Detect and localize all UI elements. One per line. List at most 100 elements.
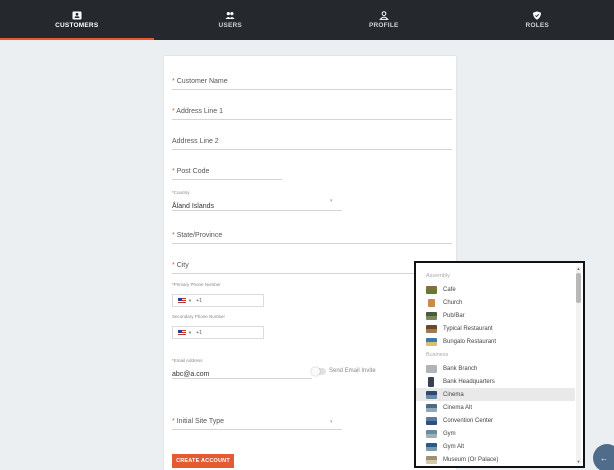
option-pub-bar[interactable]: Pub/Bar [426, 310, 465, 322]
bungalo-icon [426, 338, 437, 346]
users-icon [225, 12, 235, 19]
option-church[interactable]: Church [426, 297, 462, 309]
option-bank-headquarters[interactable]: Bank Headquarters [426, 376, 495, 388]
create-account-button[interactable]: CREATE ACCOUNT [172, 454, 234, 468]
secondary-phone-code: +1 [195, 329, 203, 336]
required-marker: * [172, 78, 175, 85]
customer-form-card: * Customer Name * Address Line 1 Address… [164, 56, 456, 470]
state-label: * State/Province [172, 232, 452, 239]
option-gym[interactable]: Gym [426, 428, 456, 440]
state-underline [172, 243, 452, 244]
shield-icon [533, 11, 542, 20]
city-text: City [176, 262, 189, 269]
customer-name-label: * Customer Name [172, 78, 452, 85]
cinema-icon [426, 391, 437, 399]
address1-text: Address Line 1 [176, 108, 223, 115]
post-code-text: Post Code [176, 168, 210, 175]
back-fab-button[interactable]: ← [593, 444, 614, 470]
scroll-up-arrow-icon[interactable]: ▲ [576, 266, 581, 271]
city-field[interactable]: * City [172, 262, 452, 274]
tab-users[interactable]: USERS [154, 0, 308, 40]
option-museum[interactable]: Museum (Or Palace) [426, 454, 498, 466]
email-field[interactable]: *Email Address abc@a.com [172, 358, 312, 380]
tab-profile[interactable]: PROFILE [307, 0, 461, 40]
country-label-text: Country [173, 190, 190, 195]
tab-customers[interactable]: CUSTOMERS [0, 0, 154, 40]
secondary-phone-input[interactable]: ▼ +1 [172, 326, 264, 339]
cinema-alt-icon [426, 404, 437, 412]
email-label: *Email Address [172, 358, 312, 363]
primary-phone-field[interactable]: *Primary Phone Number ▼ +1 [172, 282, 272, 312]
option-label: Bank Branch [443, 366, 478, 372]
restaurant-icon [426, 325, 437, 333]
required-marker: * [172, 262, 175, 269]
tab-users-label: USERS [218, 22, 242, 29]
bank-hq-icon [428, 377, 434, 387]
email-value: abc@a.com [172, 371, 210, 378]
cafe-icon [426, 286, 437, 294]
bank-icon [426, 365, 437, 373]
city-underline [172, 273, 452, 274]
address2-label: Address Line 2 [172, 138, 219, 145]
send-invite-toggle[interactable] [311, 367, 326, 376]
primary-phone-label-text: Primary Phone Number [173, 282, 221, 287]
dropdown-scrollbar[interactable]: ▲ ▼ [576, 266, 581, 464]
option-label: Pub/Bar [443, 313, 465, 319]
option-bungalo-restaurant[interactable]: Bungalo Restaurant [426, 336, 496, 348]
option-convention-center[interactable]: Convention Center [426, 415, 493, 427]
address1-label: * Address Line 1 [172, 108, 452, 115]
site-type-text: Initial Site Type [176, 418, 225, 425]
convention-icon [426, 417, 437, 425]
option-label: Typical Restaurant [443, 326, 493, 332]
secondary-phone-field[interactable]: Secondary Phone Number ▼ +1 [172, 314, 272, 344]
pub-icon [426, 312, 437, 320]
user-icon [378, 11, 389, 20]
country-underline [172, 210, 342, 211]
scrollbar-thumb[interactable] [576, 273, 581, 303]
id-card-icon [72, 11, 82, 20]
country-value: Åland Islands [172, 203, 215, 210]
primary-phone-label: *Primary Phone Number [172, 282, 272, 287]
caret-down-icon: ▼ [188, 298, 192, 303]
option-cafe[interactable]: Cafe [426, 284, 456, 296]
state-field[interactable]: * State/Province [172, 232, 452, 244]
us-flag-icon [178, 330, 186, 335]
customer-name-text: Customer Name [176, 78, 228, 85]
option-label: Cinema Alt [443, 405, 473, 411]
top-nav: CUSTOMERS USERS PROFILE ROLES [0, 0, 614, 40]
option-cinema[interactable]: Cinema [426, 389, 464, 401]
option-label: Bungalo Restaurant [443, 339, 497, 345]
option-label: Museum (Or Palace) [443, 457, 499, 463]
site-type-underline [172, 429, 342, 430]
primary-phone-code: +1 [195, 297, 203, 304]
caret-down-icon: ▼ [188, 330, 192, 335]
group-label-business: Business [426, 352, 449, 358]
address2-field[interactable]: Address Line 2 [172, 138, 452, 150]
city-label: * City [172, 262, 452, 269]
option-bank-branch[interactable]: Bank Branch [426, 363, 477, 375]
send-invite-label: Send Email Invite [329, 368, 376, 374]
address1-field[interactable]: * Address Line 1 [172, 108, 452, 120]
option-typical-restaurant[interactable]: Typical Restaurant [426, 323, 493, 335]
tab-customers-label: CUSTOMERS [55, 22, 99, 29]
country-select[interactable]: *Country Åland Islands ▾ [172, 190, 342, 212]
state-text: State/Province [176, 232, 223, 239]
option-label: Church [443, 300, 463, 306]
option-cinema-alt[interactable]: Cinema Alt [426, 402, 472, 414]
option-label: Cafe [443, 287, 456, 293]
option-label: Convention Center [443, 418, 494, 424]
customer-name-field[interactable]: * Customer Name [172, 78, 452, 90]
church-icon [428, 299, 435, 307]
arrow-left-icon: ← [600, 453, 608, 463]
tab-roles[interactable]: ROLES [461, 0, 614, 40]
site-type-select[interactable]: * Initial Site Type ▾ [172, 418, 342, 430]
primary-phone-input[interactable]: ▼ +1 [172, 294, 264, 307]
option-label: Gym [443, 431, 456, 437]
country-label: *Country [172, 190, 342, 195]
email-underline [172, 378, 312, 379]
option-label: Cinema [443, 392, 464, 398]
scroll-down-arrow-icon[interactable]: ▼ [576, 459, 581, 464]
post-code-field[interactable]: * Post Code [172, 168, 282, 180]
site-type-label: * Initial Site Type [172, 418, 332, 425]
option-gym-alt[interactable]: Gym Alt [426, 441, 464, 453]
